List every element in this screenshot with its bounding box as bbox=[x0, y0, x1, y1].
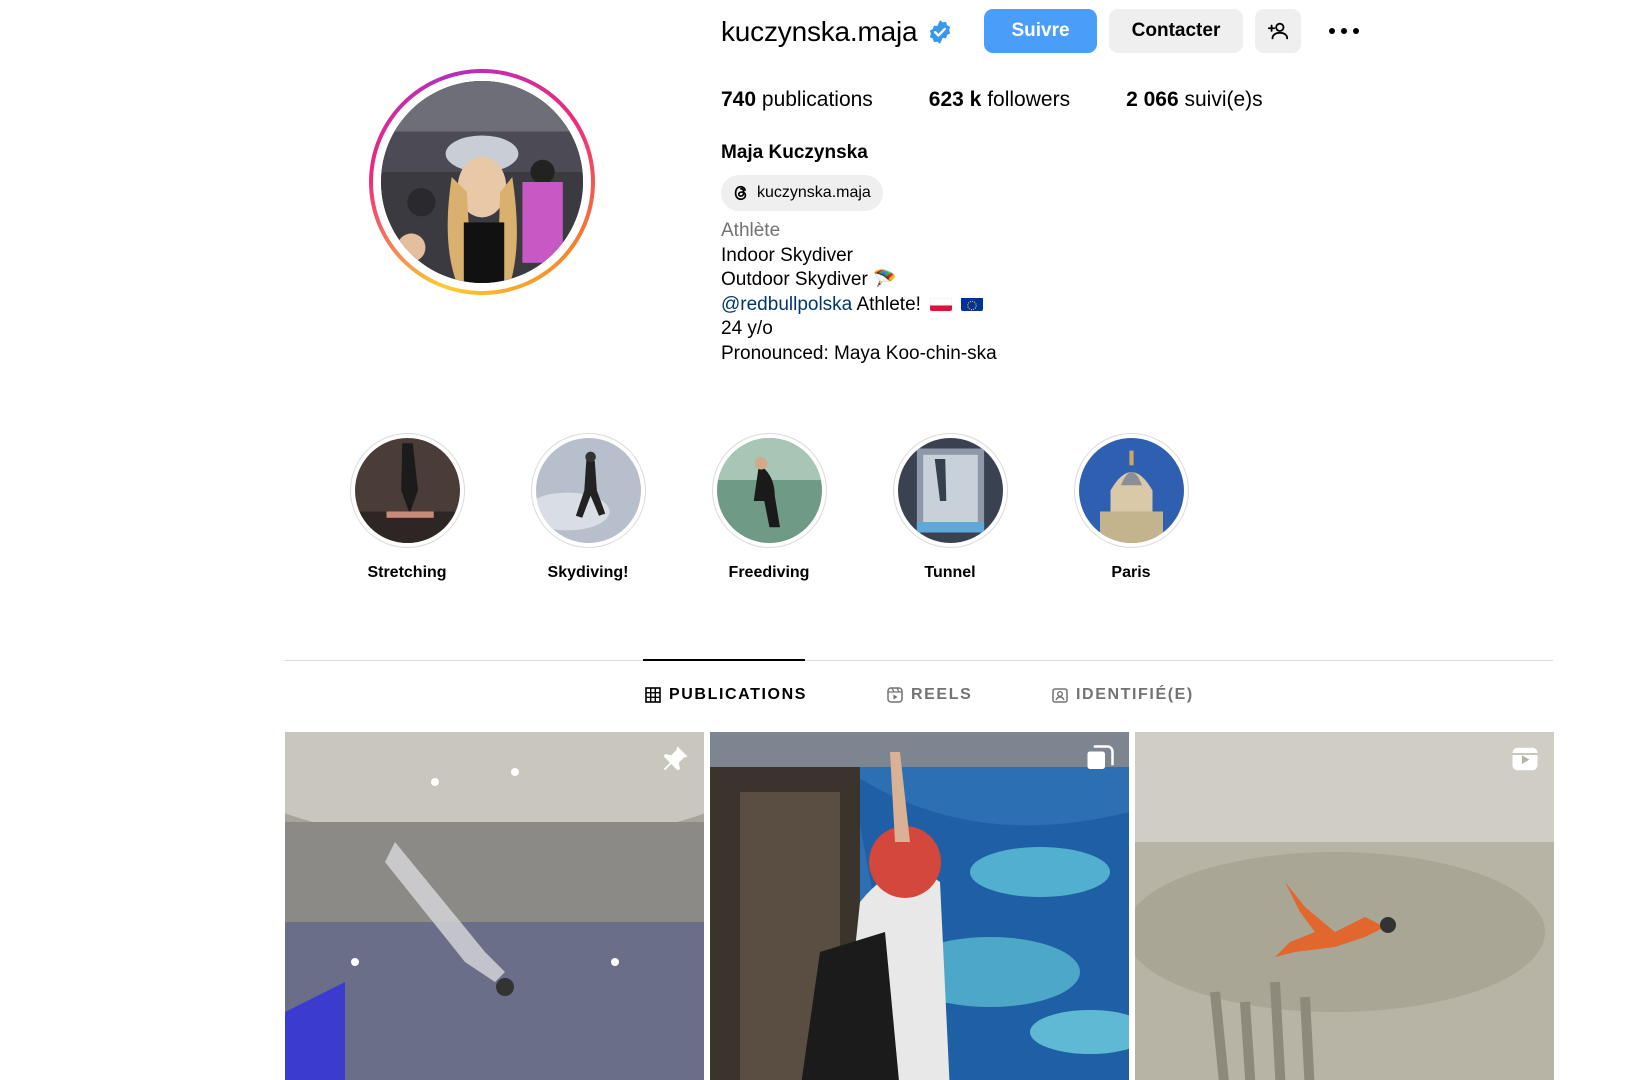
following-stat[interactable]: 2 066 suivi(e)s bbox=[1126, 88, 1263, 112]
post-image-plane-exit bbox=[710, 732, 1129, 1080]
carousel-icon bbox=[1087, 745, 1114, 769]
threads-handle: kuczynska.maja bbox=[757, 184, 871, 201]
bio-line-4: 24 y/o bbox=[721, 318, 773, 339]
bio: Athlète Indoor Skydiver Outdoor Skydiver… bbox=[721, 219, 997, 366]
posts-stat: 740 publications bbox=[721, 88, 873, 112]
threads-icon bbox=[734, 185, 747, 201]
highlight-paris-image bbox=[1078, 438, 1184, 543]
highlight-freediving[interactable]: Freediving bbox=[704, 433, 834, 582]
follow-button[interactable]: Suivre bbox=[984, 9, 1097, 53]
highlight-label: Paris bbox=[1111, 564, 1151, 581]
tab-reels[interactable]: REELS bbox=[887, 686, 972, 704]
eu-flag-icon bbox=[961, 296, 984, 311]
following-label: suivi(e)s bbox=[1184, 88, 1263, 111]
bio-category: Athlète bbox=[721, 220, 781, 241]
post-image-skydive-city bbox=[1135, 732, 1554, 1080]
avatar-photo bbox=[381, 81, 583, 283]
grid-icon bbox=[645, 687, 661, 703]
profile-stats: 740 publications 623 k followers 2 066 s… bbox=[721, 88, 1319, 112]
highlight-skydiving[interactable]: Skydiving! bbox=[523, 433, 653, 582]
highlight-tunnel-image bbox=[897, 438, 1003, 543]
full-name: Maja Kuczynska bbox=[721, 142, 868, 163]
pin-icon bbox=[663, 746, 688, 771]
followers-label: followers bbox=[987, 88, 1071, 111]
add-person-icon bbox=[1267, 22, 1289, 40]
active-tab-indicator bbox=[643, 659, 805, 661]
suggested-users-button[interactable] bbox=[1255, 9, 1301, 53]
tab-label: REELS bbox=[911, 686, 973, 703]
followers-stat[interactable]: 623 k followers bbox=[929, 88, 1070, 112]
posts-count: 740 bbox=[721, 88, 757, 111]
reels-icon bbox=[887, 687, 903, 703]
more-options-button[interactable] bbox=[1322, 16, 1366, 46]
followers-count: 623 k bbox=[928, 88, 982, 111]
post-image-tunnel bbox=[285, 732, 704, 1080]
highlight-label: Skydiving! bbox=[547, 564, 629, 581]
redbull-mention-link[interactable]: @redbullpolska bbox=[721, 294, 852, 315]
highlight-label: Tunnel bbox=[924, 564, 976, 581]
following-count: 2 066 bbox=[1126, 88, 1179, 111]
bio-line-1: Indoor Skydiver bbox=[721, 244, 854, 266]
profile-tabs: PUBLICATIONS REELS IDENTIFIÉ(E) bbox=[0, 680, 1652, 710]
bio-line-3: @redbullpolska Athlete! bbox=[721, 293, 997, 318]
profile-avatar[interactable] bbox=[369, 69, 595, 295]
highlight-paris[interactable]: Paris bbox=[1066, 433, 1196, 582]
highlight-tunnel[interactable]: Tunnel bbox=[885, 433, 1015, 582]
more-dots-icon bbox=[1329, 28, 1359, 34]
posts-grid bbox=[285, 732, 1554, 1080]
tabs-divider bbox=[285, 660, 1553, 661]
contact-button[interactable]: Contacter bbox=[1109, 9, 1243, 53]
threads-link[interactable]: kuczynska.maja bbox=[721, 175, 883, 211]
post-tile[interactable] bbox=[710, 732, 1129, 1080]
bio-line-5: Pronounced: Maya Koo-chin-ska bbox=[721, 342, 997, 364]
highlight-stretching[interactable]: Stretching bbox=[342, 433, 472, 582]
tab-publications[interactable]: PUBLICATIONS bbox=[645, 686, 807, 704]
posts-label: publications bbox=[761, 88, 873, 111]
tab-tagged[interactable]: IDENTIFIÉ(E) bbox=[1052, 686, 1194, 704]
highlight-label: Stretching bbox=[367, 564, 447, 581]
highlight-skydiving-image bbox=[535, 438, 641, 543]
verified-badge-icon bbox=[930, 20, 951, 44]
highlight-stretching-image bbox=[354, 438, 460, 543]
highlight-label: Freediving bbox=[728, 564, 810, 581]
post-tile[interactable] bbox=[1135, 732, 1554, 1080]
tab-label: PUBLICATIONS bbox=[669, 686, 808, 703]
story-highlights: Stretching Skydiving! Freediving Tunnel … bbox=[0, 433, 1652, 593]
tagged-icon bbox=[1052, 688, 1068, 703]
username-row: kuczynska.maja bbox=[721, 10, 953, 54]
tab-label: IDENTIFIÉ(E) bbox=[1076, 686, 1194, 703]
profile-page: kuczynska.maja Suivre Contacter 740 publ… bbox=[0, 0, 1652, 1080]
reel-icon bbox=[1512, 747, 1538, 771]
bio-line-3-rest: Athlete! bbox=[856, 293, 921, 315]
username: kuczynska.maja bbox=[721, 16, 918, 47]
highlight-freediving-image bbox=[716, 438, 822, 543]
bio-line-2: Outdoor Skydiver 🪂 bbox=[721, 269, 897, 290]
poland-flag-icon bbox=[930, 296, 953, 311]
post-tile[interactable] bbox=[285, 732, 704, 1080]
